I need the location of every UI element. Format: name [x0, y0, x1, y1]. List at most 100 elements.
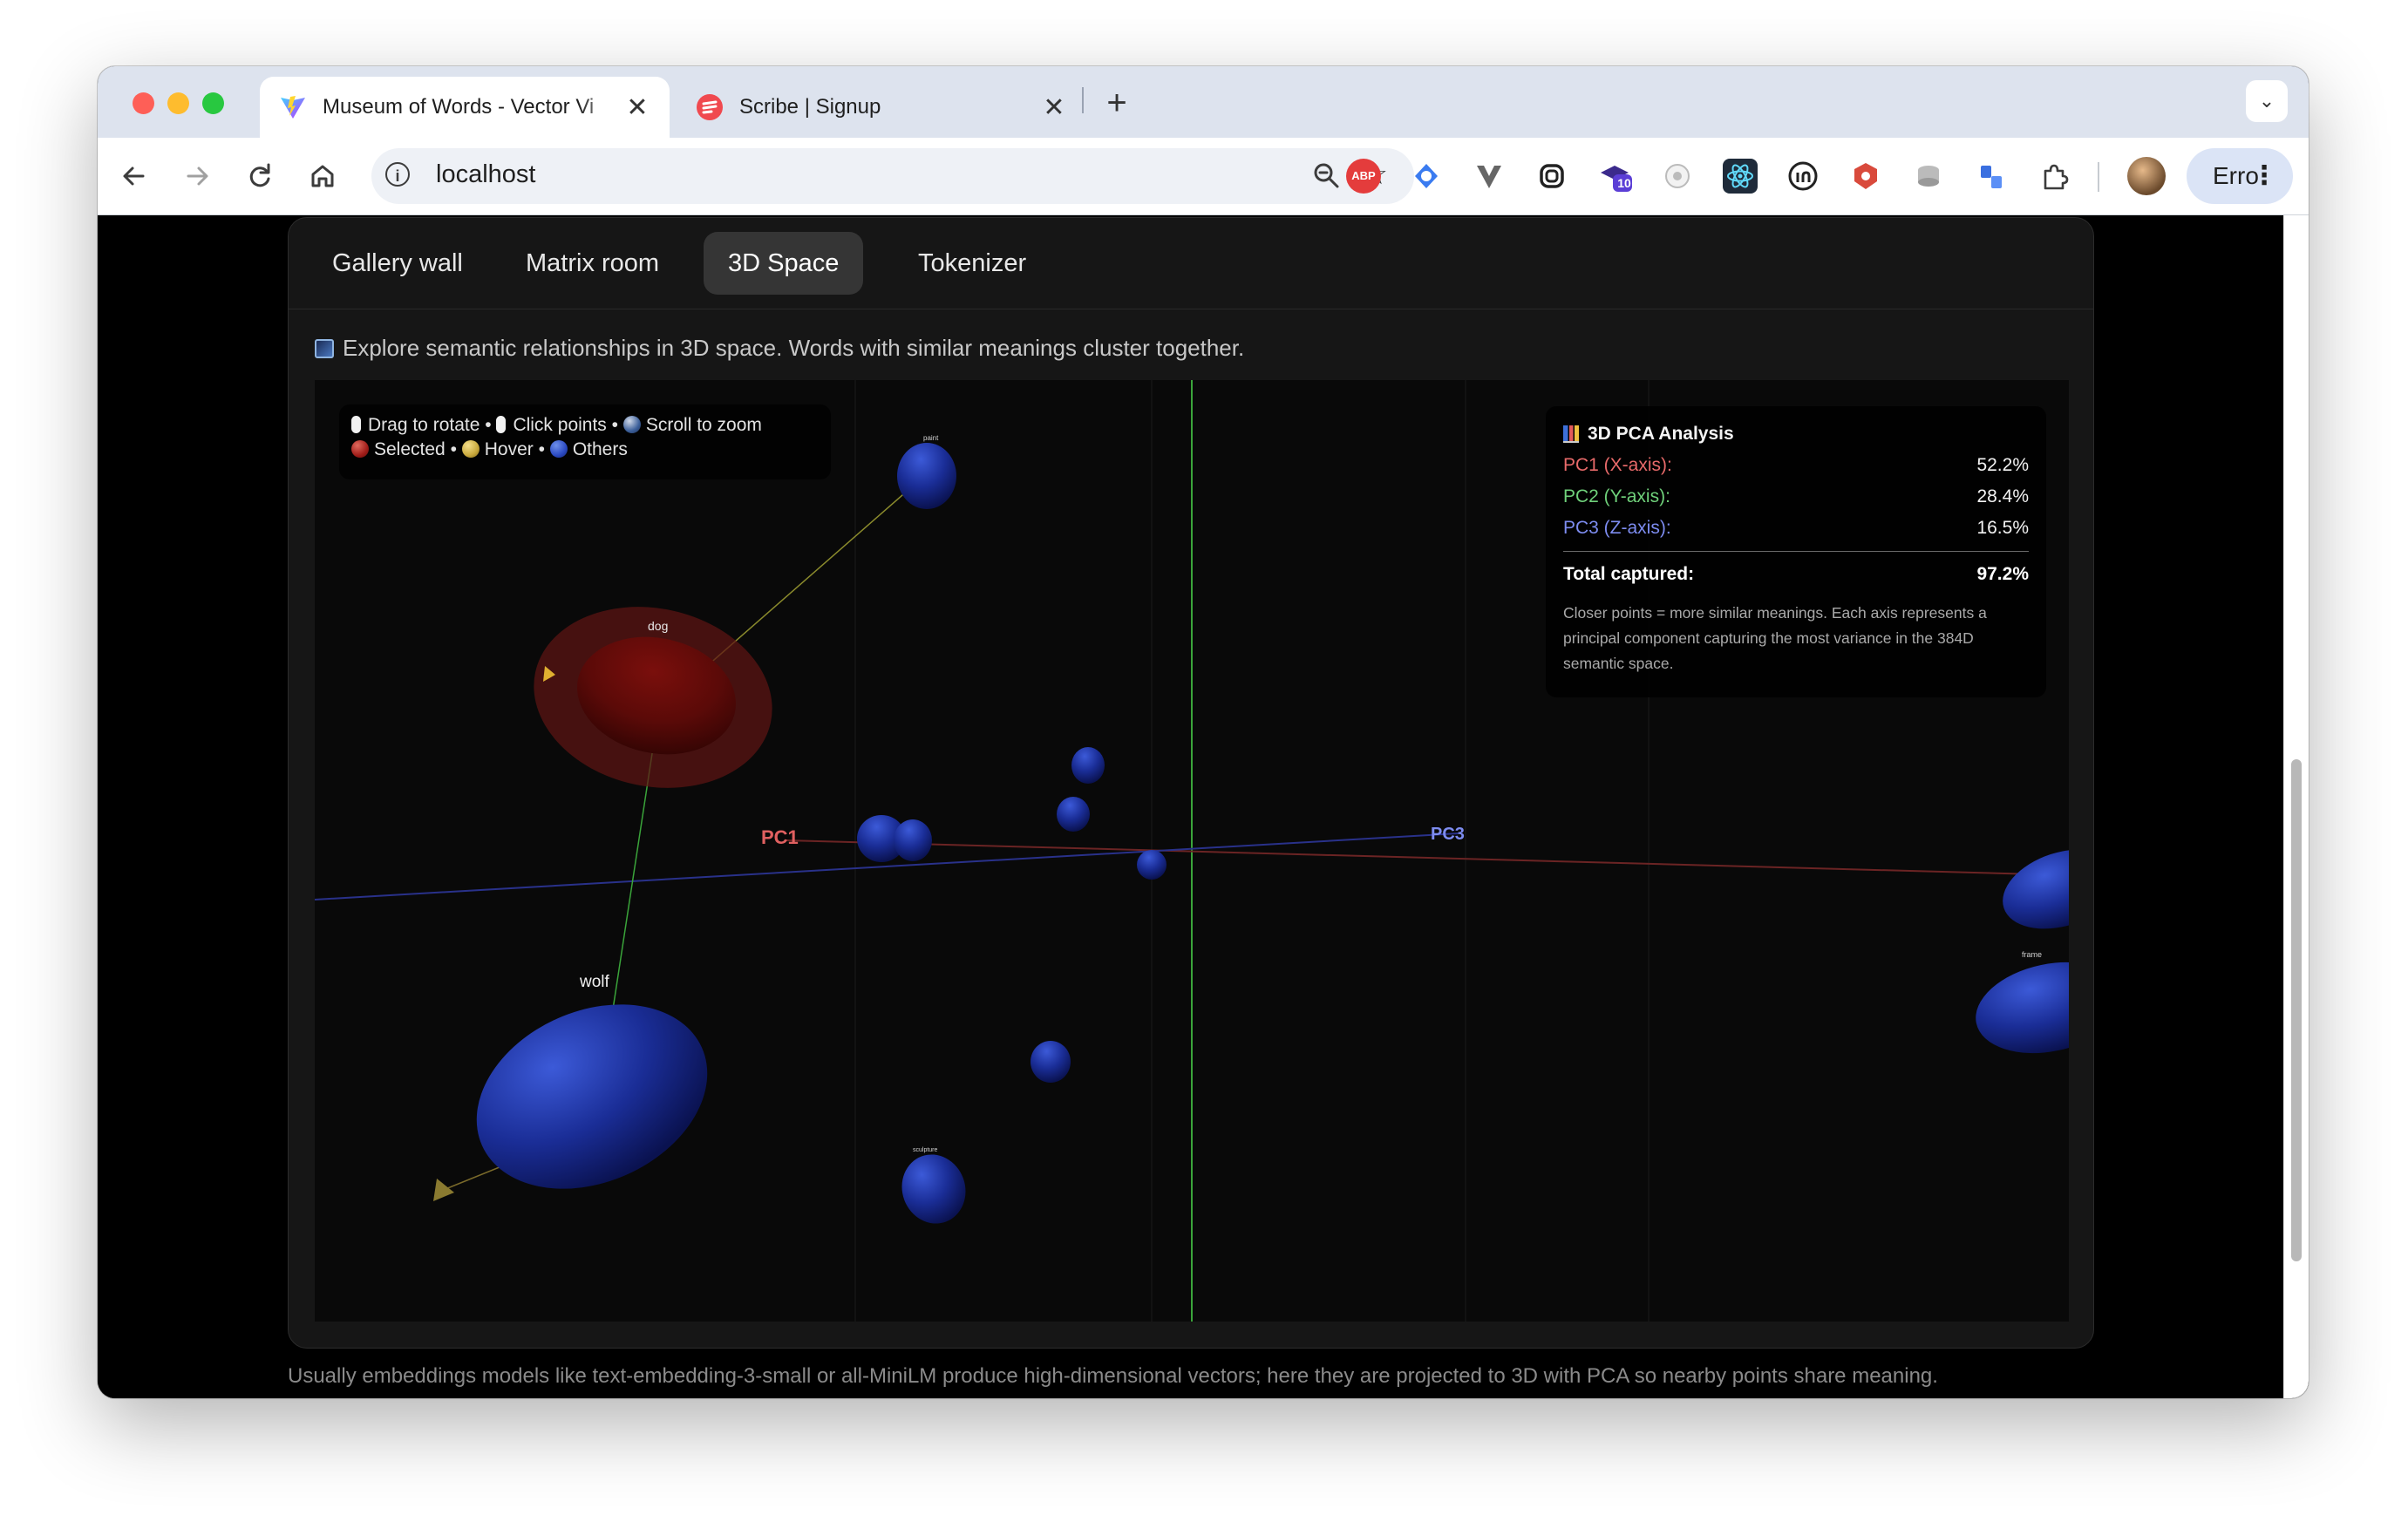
pca-row-pc3: PC3 (Z-axis): 16.5%: [1563, 518, 2029, 539]
extension-linkedin-icon[interactable]: [1786, 159, 1820, 194]
pc1-axis: [785, 839, 2069, 876]
adblock-extension-icon[interactable]: ABP: [1346, 159, 1381, 194]
controls-legend: Drag to rotate • Click points • Scroll t…: [339, 404, 831, 479]
extension-react-icon[interactable]: [1723, 159, 1758, 194]
back-button[interactable]: [113, 155, 155, 197]
pca-title-text: 3D PCA Analysis: [1588, 424, 1734, 444]
pca-note: Closer points = more similar meanings. E…: [1563, 604, 1987, 672]
pca-total-value: 97.2%: [1976, 564, 2029, 584]
word-point-sculpture[interactable]: [892, 1145, 975, 1233]
3d-canvas[interactable]: paint dog wolf frame sculpture PC1 PC3 D…: [315, 380, 2069, 1322]
home-icon: [311, 165, 334, 187]
address-url: localhost: [436, 160, 536, 188]
toolbar-separator: [2098, 162, 2099, 192]
legend-controls-line: Drag to rotate • Click points • Scroll t…: [351, 413, 819, 438]
tab-gallery-wall[interactable]: Gallery wall: [308, 232, 487, 295]
extension-db-icon[interactable]: [1911, 159, 1946, 194]
view-tabs: Gallery wall Matrix room 3D Space Tokeni…: [289, 218, 2093, 309]
word-point[interactable]: [897, 443, 956, 509]
browser-tab-scribe[interactable]: Scribe | Signup ✕: [677, 77, 1086, 138]
extension-blocks-icon[interactable]: [1974, 159, 2009, 194]
tab-search-button[interactable]: ⌄: [2246, 80, 2288, 122]
pca-value: 16.5%: [1976, 518, 2029, 538]
close-tab-icon[interactable]: ✕: [624, 92, 650, 123]
blue-ball-icon: [549, 440, 568, 458]
address-bar[interactable]: i localhost ☆: [371, 148, 1414, 204]
arrow-marker: [433, 1179, 454, 1201]
home-button[interactable]: [302, 155, 344, 197]
forward-button[interactable]: [176, 155, 218, 197]
word-label-wolf: wolf: [580, 973, 609, 991]
pca-value: 52.2%: [1976, 455, 2029, 475]
maximize-window-button[interactable]: [202, 92, 224, 114]
word-point-frame[interactable]: [1967, 949, 2069, 1066]
word-label-sculpture: sculpture: [913, 1147, 938, 1153]
menu-dots-icon[interactable]: ⋮: [2251, 148, 2277, 204]
globe-icon: [622, 416, 641, 433]
word-label-dog: dog: [648, 619, 669, 633]
legend-click: Click points: [513, 415, 607, 435]
vite-icon: [281, 96, 305, 119]
site-info-icon[interactable]: i: [385, 162, 410, 187]
legend-colors-line: Selected • Hover • Others: [351, 438, 819, 462]
visualization-card: Gallery wall Matrix room 3D Space Tokeni…: [288, 217, 2094, 1349]
tab-title: Museum of Words - Vector Vi: [323, 95, 595, 119]
pca-total-row: Total captured: 97.2%: [1563, 551, 2029, 585]
chart-icon: [315, 338, 334, 358]
word-point[interactable]: [894, 819, 932, 861]
word-point[interactable]: [1992, 835, 2069, 942]
extension-badge: 10: [1617, 176, 1631, 190]
browser-toolbar: i localhost ☆ ABP 10: [98, 138, 2309, 215]
profile-avatar[interactable]: [2127, 157, 2166, 195]
scrollbar-thumb[interactable]: [2291, 759, 2302, 1261]
extensions-puzzle-icon[interactable]: [2037, 159, 2071, 194]
scribe-icon: [697, 94, 723, 120]
pc1-axis-label: PC1: [761, 826, 799, 848]
extension-shield-icon[interactable]: [1848, 159, 1883, 194]
pca-value: 28.4%: [1976, 486, 2029, 506]
minimize-window-button[interactable]: [167, 92, 189, 114]
mouse-icon: [351, 416, 361, 433]
word-point[interactable]: [1057, 797, 1090, 832]
pca-total-label: Total captured:: [1563, 564, 1695, 584]
tab-title: Scribe | Signup: [739, 95, 881, 119]
browser-window: Museum of Words - Vector Vi ✕ Scribe | S…: [98, 66, 2309, 1398]
legend-separator: •: [480, 415, 497, 435]
page-content: Gallery wall Matrix room 3D Space Tokeni…: [98, 215, 2309, 1398]
tab-3d-space[interactable]: 3D Space: [704, 232, 864, 295]
word-label-frame: frame: [2022, 950, 2043, 959]
profile-button[interactable]: Erro ⋮: [2187, 148, 2293, 204]
mouse-icon: [496, 416, 507, 433]
legend-separator: •: [606, 415, 623, 435]
new-tab-button[interactable]: +: [1095, 82, 1139, 126]
word-point[interactable]: [1137, 850, 1167, 880]
close-tab-icon[interactable]: ✕: [1041, 92, 1067, 123]
yellow-ball-icon: [461, 440, 480, 458]
word-point[interactable]: [1031, 1041, 1071, 1083]
connection-line: [706, 482, 917, 667]
page-scrollbar[interactable]: [2283, 215, 2309, 1398]
pca-label: PC2 (Y-axis):: [1563, 486, 1670, 506]
bar-chart-icon: [1563, 425, 1579, 443]
tab-tokenizer[interactable]: Tokenizer: [894, 232, 1051, 295]
reload-button[interactable]: [239, 155, 281, 197]
extension-link-icon[interactable]: [1534, 159, 1569, 194]
description-text: Explore semantic relationships in 3D spa…: [343, 335, 1245, 361]
browser-tab-museum[interactable]: Museum of Words - Vector Vi ✕: [260, 77, 670, 138]
word-point[interactable]: [1071, 747, 1105, 784]
extension-circle-icon[interactable]: [1660, 159, 1695, 194]
extension-vuetify-icon[interactable]: [1472, 159, 1507, 194]
pca-row-pc2: PC2 (Y-axis): 28.4%: [1563, 486, 2029, 507]
close-window-button[interactable]: [133, 92, 154, 114]
legend-separator: •: [445, 439, 462, 459]
tab-matrix-room[interactable]: Matrix room: [501, 232, 684, 295]
arrow-right-icon: [187, 166, 208, 186]
word-point-wolf[interactable]: [447, 969, 737, 1223]
reload-icon: [249, 163, 270, 187]
extension-blue-arrows-icon[interactable]: [1409, 159, 1444, 194]
extension-graduation-icon[interactable]: 10: [1597, 159, 1632, 194]
grid-lines: [854, 380, 1650, 1322]
zoom-icon[interactable]: [1311, 160, 1341, 197]
tab-separator: [1082, 87, 1084, 113]
legend-scroll: Scroll to zoom: [645, 415, 762, 435]
